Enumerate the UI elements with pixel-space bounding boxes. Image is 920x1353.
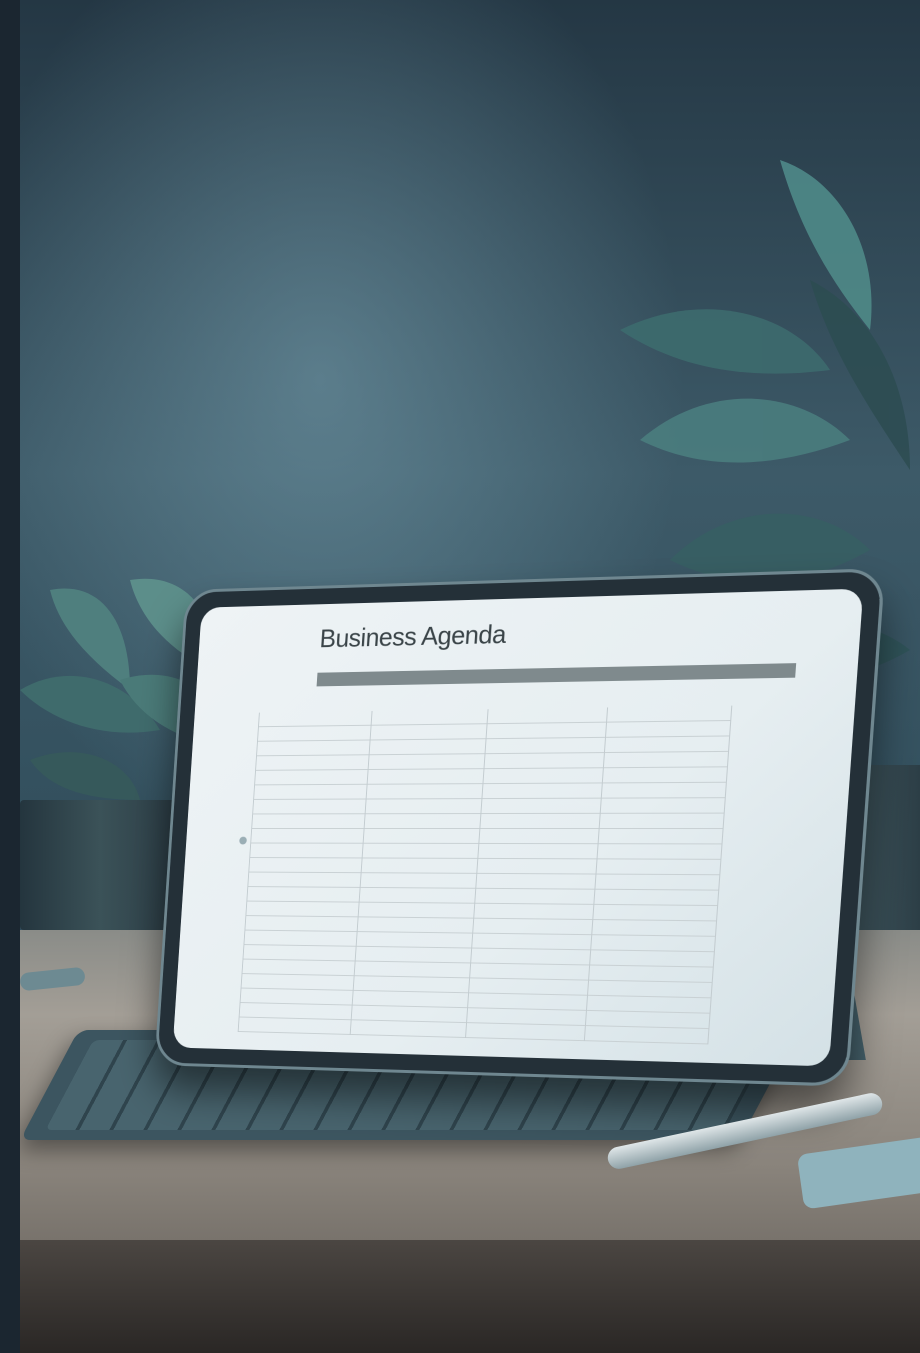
plant-pot-left — [20, 800, 180, 930]
agenda-grid — [237, 704, 815, 1046]
left-border — [0, 0, 20, 1353]
header-bar — [316, 663, 797, 687]
agenda-column-4 — [583, 705, 733, 1045]
photo-scene: Business Agenda — [20, 0, 920, 1353]
tablet: Business Agenda — [154, 568, 886, 1087]
tablet-screen: Business Agenda — [172, 588, 864, 1067]
table-edge — [20, 1240, 920, 1353]
camera-dot — [239, 836, 247, 845]
agenda-title: Business Agenda — [318, 618, 507, 654]
